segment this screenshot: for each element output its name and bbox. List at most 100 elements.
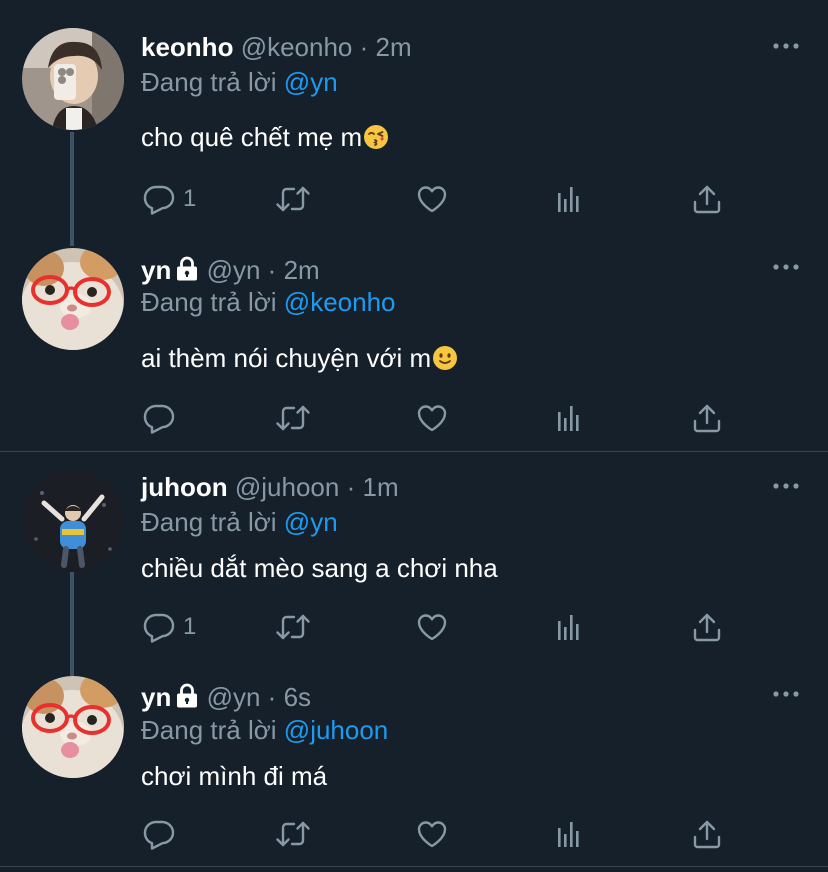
reply-prefix: Đang trả lời — [141, 507, 277, 537]
reply-icon — [143, 183, 175, 215]
reply-context: Đang trả lời @yn — [141, 67, 338, 98]
profile-photo — [22, 248, 124, 350]
separator: · — [359, 32, 369, 62]
analytics-icon — [554, 402, 586, 434]
share-icon — [691, 818, 723, 850]
lock-icon — [175, 256, 199, 282]
like-icon — [416, 402, 448, 434]
analytics-button[interactable] — [554, 609, 586, 645]
more-icon[interactable] — [772, 263, 800, 271]
like-button[interactable] — [416, 400, 448, 436]
reply-icon — [143, 611, 175, 643]
mention-link[interactable]: @yn — [284, 67, 338, 97]
like-icon — [416, 611, 448, 643]
analytics-icon — [554, 818, 586, 850]
tweet-text: cho quê chết mẹ m — [141, 122, 389, 153]
share-button[interactable] — [691, 400, 723, 436]
analytics-icon — [554, 183, 586, 215]
profile-photo — [22, 28, 124, 130]
retweet-button[interactable] — [275, 400, 311, 436]
display-name[interactable]: keonho — [141, 32, 233, 62]
user-handle[interactable]: @juhoon — [235, 472, 339, 502]
tweet-body: ai thèm nói chuyện với m — [141, 343, 432, 373]
share-icon — [691, 611, 723, 643]
display-name[interactable]: juhoon — [141, 472, 228, 502]
tweet-header: keonho @keonho · 2m — [141, 32, 412, 63]
more-icon[interactable] — [772, 690, 800, 698]
reply-button[interactable] — [143, 816, 183, 852]
display-name[interactable]: yn — [141, 255, 171, 285]
tweet-text: chơi mình đi má — [141, 761, 327, 792]
profile-photo — [22, 469, 124, 571]
user-handle[interactable]: @yn — [207, 255, 261, 285]
more-icon[interactable] — [772, 482, 800, 490]
reply-context: Đang trả lời @yn — [141, 507, 338, 538]
separator: · — [346, 472, 356, 502]
display-name[interactable]: yn — [141, 682, 171, 712]
user-handle[interactable]: @keonho — [241, 32, 353, 62]
retweet-button[interactable] — [275, 609, 311, 645]
reply-button[interactable] — [143, 400, 183, 436]
like-button[interactable] — [416, 181, 448, 217]
reply-prefix: Đang trả lời — [141, 287, 277, 317]
retweet-button[interactable] — [275, 181, 311, 217]
separator: · — [267, 255, 277, 285]
action-bar: 1 — [141, 181, 741, 217]
tweet-header: yn @yn · 2m — [141, 255, 320, 286]
user-handle[interactable]: @yn — [207, 682, 261, 712]
tweet-body: chơi mình đi má — [141, 761, 328, 791]
tweet-text: chiều dắt mèo sang a chơi nha — [141, 553, 498, 584]
profile-photo — [22, 676, 124, 778]
action-bar — [141, 816, 741, 852]
separator: · — [267, 682, 277, 712]
tweet-header: juhoon @juhoon · 1m — [141, 472, 399, 503]
reply-context: Đang trả lời @keonho — [141, 287, 396, 318]
analytics-icon — [554, 611, 586, 643]
lock-icon — [175, 683, 199, 709]
tweet[interactable]: juhoon @juhoon · 1m Đang trả lời @yn chi… — [0, 452, 828, 660]
reply-button[interactable]: 1 — [143, 609, 196, 645]
retweet-icon — [275, 183, 311, 215]
like-icon — [416, 818, 448, 850]
timestamp[interactable]: 6s — [284, 682, 311, 712]
tweet[interactable]: yn @yn · 2m Đang trả lời @keonho ai thèm… — [0, 230, 828, 450]
timestamp[interactable]: 2m — [376, 32, 412, 62]
kissing-face-emoji-icon — [363, 124, 389, 150]
reply-context: Đang trả lời @juhoon — [141, 715, 388, 746]
share-icon — [691, 183, 723, 215]
share-button[interactable] — [691, 816, 723, 852]
share-button[interactable] — [691, 181, 723, 217]
avatar[interactable] — [22, 676, 124, 778]
mention-link[interactable]: @keonho — [284, 287, 396, 317]
reply-prefix: Đang trả lời — [141, 67, 277, 97]
timestamp[interactable]: 2m — [284, 255, 320, 285]
tweet-body: cho quê chết mẹ m — [141, 122, 363, 152]
timestamp[interactable]: 1m — [363, 472, 399, 502]
analytics-button[interactable] — [554, 181, 586, 217]
analytics-button[interactable] — [554, 816, 586, 852]
reply-prefix: Đang trả lời — [141, 715, 277, 745]
analytics-button[interactable] — [554, 400, 586, 436]
mention-link[interactable]: @yn — [284, 507, 338, 537]
like-button[interactable] — [416, 816, 448, 852]
more-icon[interactable] — [772, 42, 800, 50]
mention-link[interactable]: @juhoon — [284, 715, 388, 745]
retweet-icon — [275, 611, 311, 643]
retweet-button[interactable] — [275, 816, 311, 852]
tweet[interactable]: keonho @keonho · 2m Đang trả lời @yn cho… — [0, 0, 828, 230]
action-bar: 1 — [141, 609, 741, 645]
action-bar — [141, 400, 741, 436]
reply-count: 1 — [183, 613, 197, 640]
slightly-smiling-face-emoji-icon — [432, 345, 458, 371]
like-icon — [416, 183, 448, 215]
avatar[interactable] — [22, 248, 124, 350]
reply-icon — [143, 818, 175, 850]
tweet-text: ai thèm nói chuyện với m — [141, 343, 458, 374]
like-button[interactable] — [416, 609, 448, 645]
tweet[interactable]: yn @yn · 6s Đang trả lời @juhoon chơi mì… — [0, 660, 828, 866]
share-button[interactable] — [691, 609, 723, 645]
avatar[interactable] — [22, 469, 124, 571]
avatar[interactable] — [22, 28, 124, 130]
reply-button[interactable]: 1 — [143, 181, 196, 217]
reply-icon — [143, 402, 175, 434]
